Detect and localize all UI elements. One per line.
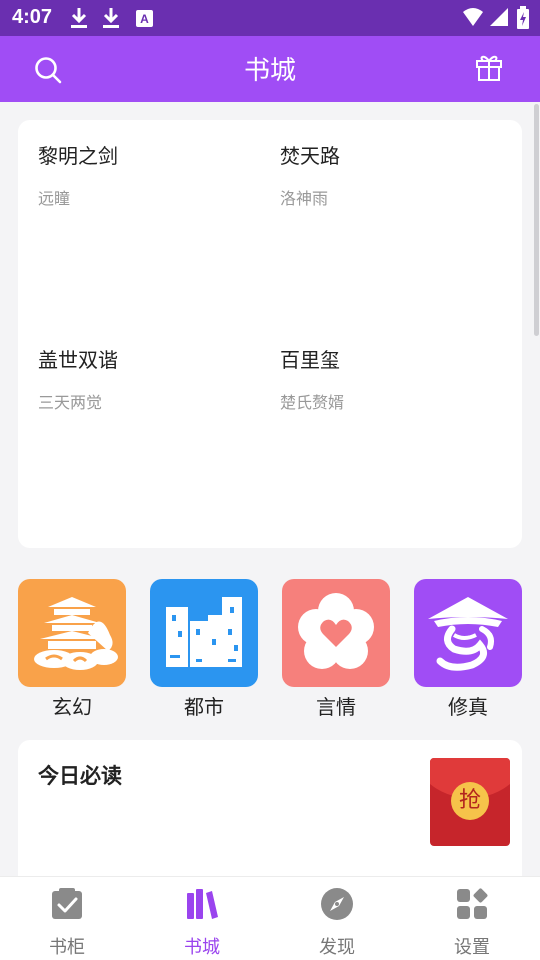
book-author: 楚氏赘婿 (280, 393, 345, 412)
red-packet-icon[interactable]: 抢 (430, 758, 510, 846)
signal-icon (490, 8, 508, 26)
nav-item-bookshelf[interactable]: 书柜 (17, 887, 117, 959)
app-bar: 书城 (0, 36, 540, 102)
book-author: 三天两觉 (38, 393, 103, 412)
book-item[interactable]: 黎明之剑 远瞳 (38, 140, 258, 209)
category-label: 玄幻 (52, 695, 92, 719)
nav-item-discover[interactable]: 发现 (287, 887, 387, 959)
status-bar: 4:07 A (0, 0, 540, 36)
category-dushi[interactable]: 都市 (150, 579, 258, 720)
keyboard-a-icon: A (136, 10, 153, 27)
book-recommendation-card: 黎明之剑 远瞳 焚天路 洛神雨 盖世双谐 三天两觉 百里玺 楚氏赘婿 (18, 120, 522, 548)
book-title: 百里玺 (280, 348, 340, 372)
category-label: 都市 (184, 695, 224, 719)
page-title: 书城 (243, 56, 296, 86)
compass-icon (321, 888, 353, 920)
bookshelf-icon (52, 888, 82, 919)
category-label: 修真 (448, 695, 488, 719)
book-item[interactable]: 盖世双谐 三天两觉 (38, 344, 258, 413)
gift-icon[interactable] (474, 52, 504, 82)
flower-heart-icon (282, 579, 390, 687)
city-icon (150, 579, 258, 687)
book-item[interactable]: 百里玺 楚氏赘婿 (280, 344, 500, 413)
nav-item-settings[interactable]: 设置 (422, 887, 522, 959)
book-author: 洛神雨 (280, 189, 329, 208)
nav-item-bookstore[interactable]: 书城 (152, 887, 252, 959)
status-time: 4:07 (12, 6, 53, 28)
category-xiuzhen[interactable]: 修真 (414, 579, 522, 720)
book-item[interactable]: 焚天路 洛神雨 (280, 140, 500, 209)
nav-label: 发现 (319, 937, 355, 958)
bottom-navigation: 书柜 书城 发现 设置 (0, 876, 540, 960)
book-title: 黎明之剑 (38, 144, 118, 168)
battery-charging-icon (517, 6, 529, 29)
nav-label: 书柜 (49, 937, 85, 958)
nav-label: 书城 (184, 937, 220, 958)
download-icon (103, 8, 119, 28)
settings-grid-icon (457, 888, 488, 919)
category-yanqing[interactable]: 言情 (282, 579, 390, 720)
svg-text:A: A (140, 12, 149, 26)
book-author: 远瞳 (38, 189, 71, 208)
category-label: 言情 (316, 695, 356, 719)
nav-label: 设置 (454, 937, 490, 958)
scrollbar[interactable] (534, 104, 539, 336)
wifi-icon (463, 8, 483, 26)
pagoda-icon (18, 579, 126, 687)
books-icon (187, 889, 218, 919)
category-xuanhuan[interactable]: 玄幻 (18, 579, 126, 720)
book-title: 焚天路 (280, 144, 340, 168)
red-packet-coin: 抢 (451, 782, 489, 820)
book-title: 盖世双谐 (38, 348, 118, 372)
straw-hat-icon (414, 579, 522, 687)
download-icon (71, 8, 87, 28)
section-title: 今日必读 (38, 764, 122, 788)
